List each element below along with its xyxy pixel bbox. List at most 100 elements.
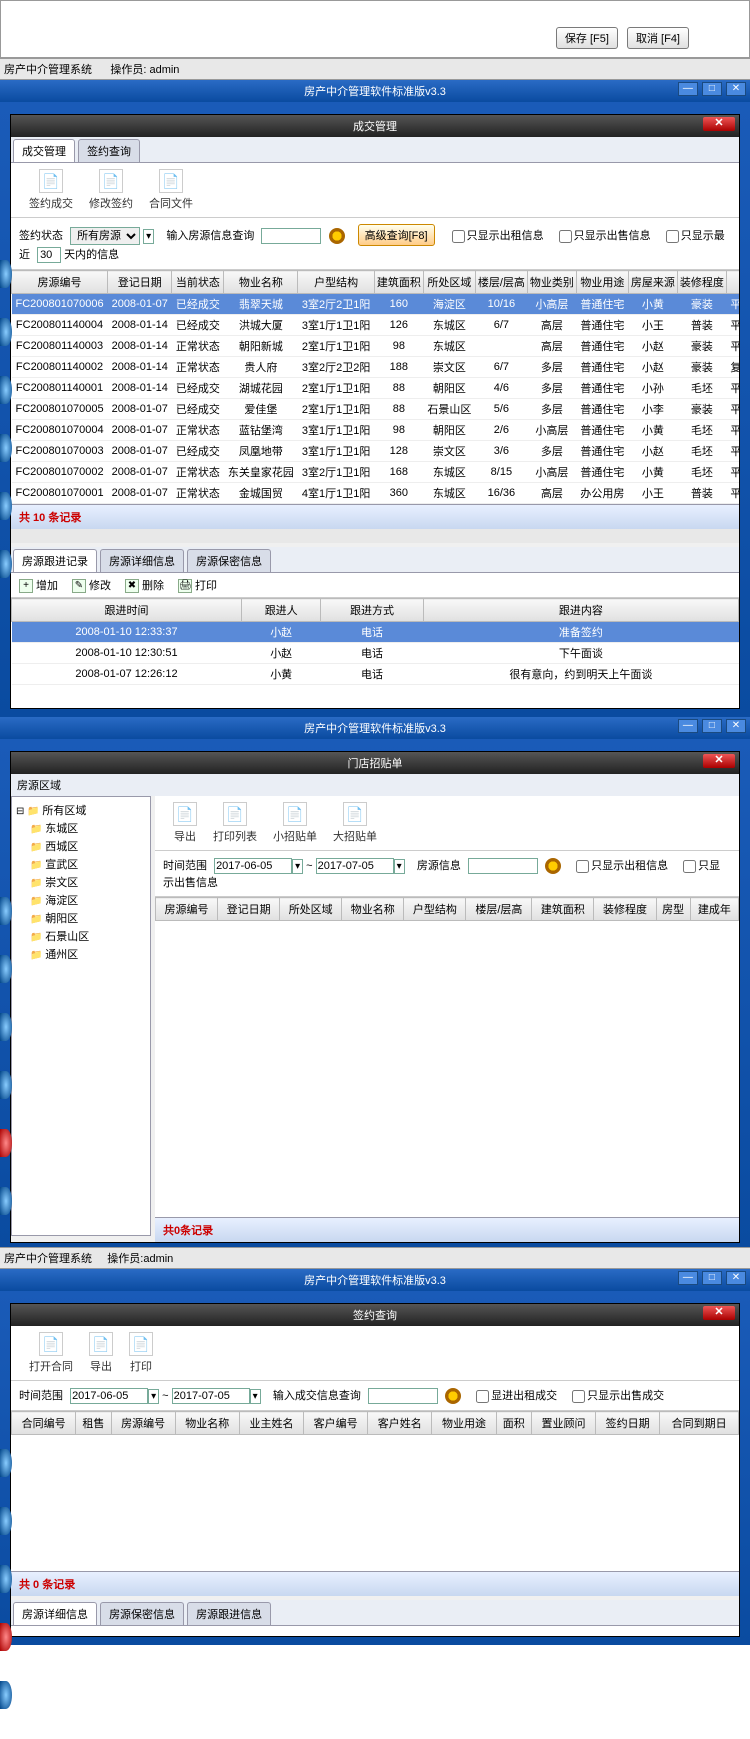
tree-node[interactable]: 崇文区 bbox=[16, 873, 146, 891]
save-button[interactable]: 保存 [F5] bbox=[556, 27, 618, 49]
contract-file-button[interactable]: 📄合同文件 bbox=[149, 169, 193, 211]
region-tree[interactable]: 所有区域东城区西城区宣武区崇文区海淀区朝阳区石景山区通州区 bbox=[11, 796, 151, 1236]
col-header[interactable]: 物业类别 bbox=[527, 271, 576, 294]
tree-node[interactable]: 西城区 bbox=[16, 837, 146, 855]
col-header[interactable]: 业主姓名 bbox=[239, 1412, 303, 1435]
table-row[interactable]: 2008-01-07 12:26:12小黄电话很有意向，约到明天上午面谈 bbox=[12, 664, 739, 685]
col-header[interactable]: 跟进方式 bbox=[321, 599, 423, 622]
close-icon[interactable]: ✕ bbox=[703, 754, 735, 768]
table-row[interactable]: FC2008011400022008-01-14正常状态贵人府3室2厅2卫2阳1… bbox=[12, 357, 740, 378]
poster-table[interactable]: 房源编号登记日期所处区域物业名称户型结构楼层/层高建筑面积装修程度房型建成年 bbox=[155, 897, 739, 921]
tree-node[interactable]: 石景山区 bbox=[16, 927, 146, 945]
followup-table[interactable]: 跟进时间跟进人跟进方式跟进内容2008-01-10 12:33:37小赵电话准备… bbox=[11, 598, 739, 685]
tree-node[interactable]: 朝阳区 bbox=[16, 909, 146, 927]
col-header[interactable]: 跟进人 bbox=[242, 599, 321, 622]
search-input-3[interactable] bbox=[368, 1388, 438, 1404]
minimize-button[interactable]: — bbox=[678, 1271, 698, 1285]
col-header[interactable]: 房源编号 bbox=[111, 1412, 175, 1435]
col-header[interactable]: 户型结构 bbox=[404, 898, 466, 921]
table-row[interactable]: FC2008011400012008-01-14已经成交湖城花园2室1厅1卫1阳… bbox=[12, 378, 740, 399]
col-header[interactable]: 建成年 bbox=[690, 898, 738, 921]
table-row[interactable]: FC2008010700022008-01-07正常状态东关皇家花园3室2厅1卫… bbox=[12, 462, 740, 483]
col-header[interactable]: 客户编号 bbox=[304, 1412, 368, 1435]
maximize-button[interactable]: □ bbox=[702, 82, 722, 96]
add-button[interactable]: +增加 bbox=[19, 577, 58, 593]
col-header[interactable]: 合同到期日 bbox=[660, 1412, 739, 1435]
modify-sign-button[interactable]: 📄修改签约 bbox=[89, 169, 133, 211]
tab-follow-3[interactable]: 房源跟进信息 bbox=[187, 1602, 271, 1625]
print-button[interactable]: 📄打印 bbox=[129, 1332, 153, 1374]
tab-secret[interactable]: 房源保密信息 bbox=[187, 549, 271, 572]
col-header[interactable]: 当前状态 bbox=[172, 271, 224, 294]
chk-sale[interactable] bbox=[559, 230, 572, 243]
tab-secret-3[interactable]: 房源保密信息 bbox=[100, 1602, 184, 1625]
tree-node[interactable]: 海淀区 bbox=[16, 891, 146, 909]
date-from-3[interactable] bbox=[70, 1388, 148, 1404]
col-header[interactable]: 物业名称 bbox=[224, 271, 298, 294]
tree-node[interactable]: 通州区 bbox=[16, 945, 146, 963]
tree-root[interactable]: 所有区域 bbox=[16, 801, 146, 819]
search-icon[interactable] bbox=[329, 228, 345, 244]
chk-sale-2[interactable] bbox=[683, 860, 696, 873]
info-input[interactable] bbox=[468, 858, 538, 874]
date-from-dd[interactable]: ▾ bbox=[292, 859, 303, 874]
print-button[interactable]: 🖨打印 bbox=[178, 577, 217, 593]
chk-recent[interactable] bbox=[666, 230, 679, 243]
col-header[interactable]: 建筑面积 bbox=[532, 898, 594, 921]
advanced-search-button[interactable]: 高级查询[F8] bbox=[358, 224, 435, 246]
small-poster-button[interactable]: 📄小招贴单 bbox=[273, 802, 317, 844]
col-header[interactable]: 合同编号 bbox=[12, 1412, 76, 1435]
col-header[interactable]: 所处区域 bbox=[423, 271, 475, 294]
date-to[interactable] bbox=[316, 858, 394, 874]
col-header[interactable]: 置业顾问 bbox=[531, 1412, 595, 1435]
col-header[interactable]: 物业名称 bbox=[342, 898, 404, 921]
col-header[interactable]: 物业名称 bbox=[175, 1412, 239, 1435]
export-button[interactable]: 📄导出 bbox=[89, 1332, 113, 1374]
table-row[interactable]: FC2008010700062008-01-07已经成交翡翠天城3室2厅2卫1阳… bbox=[12, 294, 740, 315]
maximize-button[interactable]: □ bbox=[702, 1271, 722, 1285]
table-row[interactable]: FC2008010700012008-01-07正常状态金城国贸4室1厅1卫1阳… bbox=[12, 483, 740, 504]
col-header[interactable]: 户型结构 bbox=[298, 271, 374, 294]
search-icon[interactable] bbox=[545, 858, 561, 874]
table-row[interactable]: 2008-01-10 12:33:37小赵电话准备签约 bbox=[12, 622, 739, 643]
print-list-button[interactable]: 📄打印列表 bbox=[213, 802, 257, 844]
close-button[interactable]: ✕ bbox=[726, 1271, 746, 1285]
minimize-button[interactable]: — bbox=[678, 82, 698, 96]
table-row[interactable]: FC2008010700042008-01-07正常状态蓝钻堡湾3室1厅1卫1阳… bbox=[12, 420, 740, 441]
table-row[interactable]: FC2008010700032008-01-07已经成交凤凰地带3室1厅1卫1阳… bbox=[12, 441, 740, 462]
edit-button[interactable]: ✎修改 bbox=[72, 577, 111, 593]
tab-detail[interactable]: 房源详细信息 bbox=[100, 549, 184, 572]
col-header[interactable]: 跟进时间 bbox=[12, 599, 242, 622]
col-header[interactable]: 客户姓名 bbox=[368, 1412, 432, 1435]
col-header[interactable]: 建筑面积 bbox=[374, 271, 423, 294]
status-select[interactable]: 所有房源 bbox=[70, 227, 140, 245]
col-header[interactable]: 跟进内容 bbox=[423, 599, 738, 622]
col-header[interactable]: 楼层/层高 bbox=[475, 271, 527, 294]
col-header[interactable]: 房屋来源 bbox=[628, 271, 677, 294]
tab-detail-3[interactable]: 房源详细信息 bbox=[13, 1602, 97, 1625]
cancel-button[interactable]: 取消 [F4] bbox=[627, 27, 689, 49]
table-row[interactable]: FC2008011400032008-01-14正常状态朝阳新城2室1厅1卫1阳… bbox=[12, 336, 740, 357]
open-contract-button[interactable]: 📄打开合同 bbox=[29, 1332, 73, 1374]
close-icon[interactable]: ✕ bbox=[703, 1306, 735, 1320]
sign-deal-button[interactable]: 📄签约成交 bbox=[29, 169, 73, 211]
col-header[interactable]: 登记日期 bbox=[218, 898, 280, 921]
close-button[interactable]: ✕ bbox=[726, 719, 746, 733]
col-header[interactable]: 签约日期 bbox=[596, 1412, 660, 1435]
status-extra-dd[interactable]: ▾ bbox=[143, 229, 154, 244]
minimize-button[interactable]: — bbox=[678, 719, 698, 733]
col-header[interactable]: 面积 bbox=[496, 1412, 531, 1435]
col-header[interactable]: 房型 bbox=[656, 898, 690, 921]
col-header[interactable]: 房源编号 bbox=[156, 898, 218, 921]
search-input[interactable] bbox=[261, 228, 321, 244]
big-poster-button[interactable]: 📄大招贴单 bbox=[333, 802, 377, 844]
col-header[interactable]: 装修程度 bbox=[677, 271, 726, 294]
col-header[interactable] bbox=[726, 271, 739, 294]
col-header[interactable]: 登记日期 bbox=[108, 271, 172, 294]
maximize-button[interactable]: □ bbox=[702, 719, 722, 733]
date-to-3[interactable] bbox=[172, 1388, 250, 1404]
col-header[interactable]: 物业用途 bbox=[432, 1412, 496, 1435]
col-header[interactable]: 装修程度 bbox=[594, 898, 656, 921]
chk-rent-3[interactable] bbox=[476, 1390, 489, 1403]
deal-title[interactable]: 成交管理 ✕ bbox=[11, 115, 739, 137]
